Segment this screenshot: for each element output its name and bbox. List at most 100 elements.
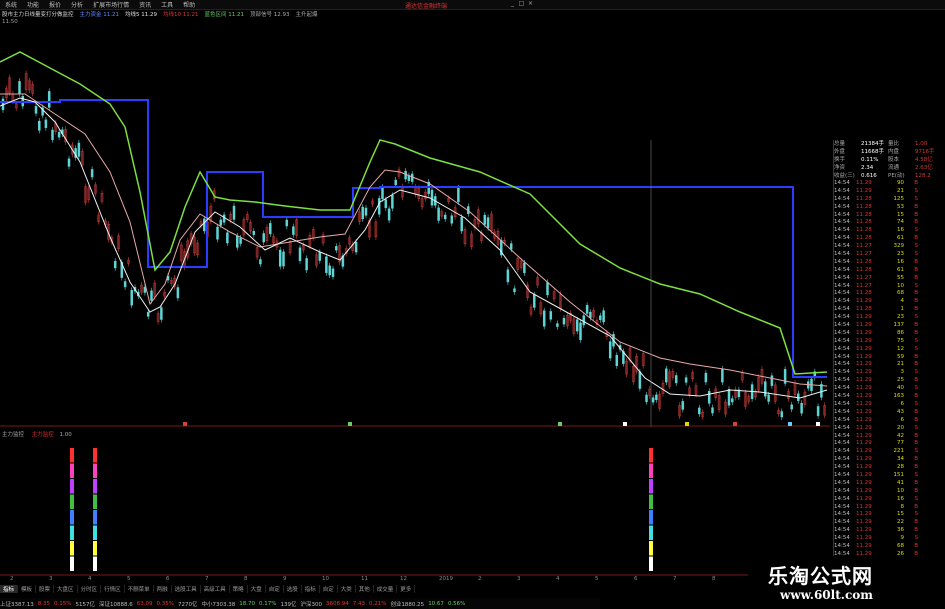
candle bbox=[361, 204, 364, 222]
quote-flag: S bbox=[914, 314, 919, 321]
signal-marker bbox=[733, 422, 737, 426]
quote-time: 14:54 bbox=[834, 440, 850, 447]
candle bbox=[97, 211, 100, 225]
quote-flag: B bbox=[914, 542, 918, 549]
candle bbox=[625, 358, 628, 378]
quote-volume: 53 bbox=[897, 203, 904, 210]
candle bbox=[737, 386, 741, 400]
candle bbox=[694, 382, 698, 398]
quote-row: 14:54 11.29 75 S bbox=[834, 338, 942, 346]
tab-2[interactable]: 股票 bbox=[36, 584, 55, 593]
candle bbox=[516, 255, 520, 273]
quote-row: 14:54 11.29 21 B bbox=[834, 361, 942, 369]
tab-0[interactable]: 指标 bbox=[0, 584, 19, 593]
maximize-button[interactable]: □ bbox=[517, 0, 526, 9]
status-item-18: 0.56% bbox=[447, 600, 466, 607]
quote-row: 14:54 11.28 53 B bbox=[834, 204, 942, 212]
tab-6[interactable]: 不删菜单 bbox=[125, 584, 154, 593]
quote-row: 14:54 11.29 41 B bbox=[834, 480, 942, 488]
quote-time: 14:54 bbox=[834, 298, 850, 305]
summary-cell: 11668手 bbox=[861, 149, 884, 155]
menu-item-3[interactable]: 分析 bbox=[66, 0, 88, 9]
quote-price: 11.29 bbox=[856, 369, 872, 376]
summary-cell: 股本 bbox=[888, 157, 900, 163]
tab-5[interactable]: 行情区 bbox=[101, 584, 125, 593]
candle bbox=[440, 208, 444, 220]
quote-volume: 4 bbox=[900, 298, 905, 305]
tab-7[interactable]: 两融 bbox=[154, 584, 172, 593]
quote-volume: 86 bbox=[897, 329, 904, 336]
tab-16[interactable]: 大类 bbox=[338, 584, 356, 593]
candle bbox=[572, 315, 576, 337]
quote-volume: 163 bbox=[893, 393, 905, 400]
tab-1[interactable]: 模板 bbox=[18, 584, 37, 593]
tab-4[interactable]: 分时区 bbox=[78, 584, 102, 593]
tab-3[interactable]: 大盘区 bbox=[54, 584, 78, 593]
quote-price: 11.29 bbox=[856, 535, 872, 542]
status-item-17: 10.67 bbox=[428, 600, 444, 607]
axis-tick-18: 8 bbox=[712, 576, 716, 582]
candle bbox=[773, 381, 777, 405]
tab-12[interactable]: 自定 bbox=[266, 584, 284, 593]
candle bbox=[506, 266, 510, 285]
quote-volume: 23 bbox=[897, 251, 904, 258]
candle bbox=[216, 224, 219, 243]
quote-time: 14:54 bbox=[834, 235, 850, 242]
summary-cell: 净资 bbox=[834, 165, 846, 171]
tab-15[interactable]: 自定 bbox=[320, 584, 338, 593]
quote-time: 14:54 bbox=[834, 227, 850, 234]
tab-8[interactable]: 选股工具 bbox=[172, 584, 201, 593]
quote-volume: 221 bbox=[893, 448, 905, 455]
menu-item-5[interactable]: 资讯 bbox=[134, 0, 156, 9]
candle bbox=[358, 208, 361, 225]
menu-item-0[interactable]: 系统 bbox=[0, 0, 22, 9]
quote-volume: 16 bbox=[897, 495, 904, 502]
close-button[interactable]: × bbox=[526, 0, 535, 9]
menu-item-7[interactable]: 帮助 bbox=[178, 0, 200, 9]
quote-time: 14:54 bbox=[834, 495, 850, 502]
quote-volume: 15 bbox=[897, 511, 904, 518]
tab-13[interactable]: 选股 bbox=[284, 584, 302, 593]
quote-volume: 6 bbox=[900, 416, 905, 423]
menu-item-4[interactable]: 扩展市场行情 bbox=[88, 0, 134, 9]
quote-volume: 61 bbox=[897, 266, 904, 273]
summary-cell: 收益(三) bbox=[834, 173, 855, 179]
quote-flag: B bbox=[914, 464, 918, 471]
candle bbox=[635, 353, 638, 375]
candle bbox=[397, 166, 401, 180]
tab-10[interactable]: 策略 bbox=[230, 584, 248, 593]
minimize-button[interactable]: _ bbox=[508, 0, 517, 9]
quote-row: 14:54 11.27 23 S bbox=[834, 251, 942, 259]
tab-18[interactable]: 成交量 bbox=[374, 584, 398, 593]
quote-flag: S bbox=[914, 243, 919, 250]
candle bbox=[259, 256, 262, 268]
menu-item-6[interactable]: 工具 bbox=[156, 0, 178, 9]
tab-14[interactable]: 指标 bbox=[302, 584, 320, 593]
tab-17[interactable]: 其他 bbox=[356, 584, 374, 593]
candle bbox=[424, 189, 427, 202]
tab-11[interactable]: 大盘 bbox=[248, 584, 266, 593]
quote-flag: S bbox=[914, 282, 919, 289]
candle bbox=[473, 216, 477, 231]
tab-19[interactable]: 更多 bbox=[397, 584, 416, 593]
quote-flag: B bbox=[914, 353, 918, 360]
quote-time: 14:54 bbox=[834, 542, 850, 549]
summary-row: 总量 21384手 量比 1.00 bbox=[834, 140, 942, 148]
candle bbox=[282, 248, 285, 270]
quote-volume: 77 bbox=[897, 440, 904, 447]
candle bbox=[691, 369, 694, 382]
sub-indicator-chart[interactable] bbox=[0, 436, 830, 576]
signal-markers bbox=[183, 422, 820, 426]
summary-row: 收益(三) 0.616 PE(动) 128.2 bbox=[834, 172, 942, 180]
candle bbox=[51, 127, 54, 143]
candle bbox=[777, 407, 780, 417]
quote-time: 14:54 bbox=[834, 345, 850, 352]
main-kline-chart[interactable] bbox=[0, 22, 830, 427]
tab-9[interactable]: 高级工具 bbox=[201, 584, 230, 593]
candle bbox=[704, 370, 708, 385]
menu-item-2[interactable]: 报价 bbox=[44, 0, 66, 9]
status-item-6: 0.35% bbox=[156, 600, 174, 607]
candle bbox=[575, 316, 579, 335]
menu-item-1[interactable]: 功能 bbox=[22, 0, 44, 9]
quote-price: 11.28 bbox=[856, 266, 872, 273]
